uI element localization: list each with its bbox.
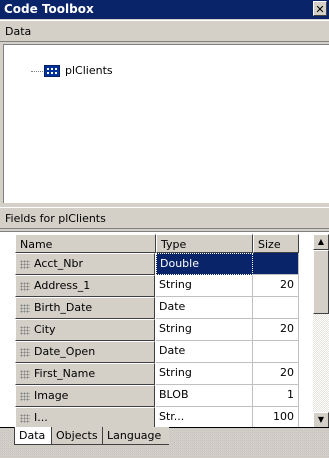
data-tree[interactable]: plClients [3, 44, 329, 203]
vertical-scrollbar[interactable]: ▲ ▼ [313, 234, 329, 427]
field-name-cell[interactable]: First_Name [15, 363, 155, 385]
table-row[interactable]: City String 20 [0, 319, 313, 341]
data-section-label: Data [0, 20, 329, 42]
field-type-cell[interactable]: Date [156, 297, 253, 319]
field-size-cell[interactable]: 100 [253, 407, 299, 427]
field-name-cell[interactable]: Birth_Date [15, 297, 155, 319]
drag-grip-icon [20, 325, 30, 335]
field-type-cell[interactable]: Str... [156, 407, 253, 427]
field-name-cell[interactable]: Image [15, 385, 155, 407]
title-bar: Code Toolbox ✕ [0, 0, 329, 19]
tab-strip: Data Objects Language [0, 427, 329, 458]
column-header-type[interactable]: Type [156, 234, 253, 253]
table-row[interactable]: I... Str... 100 [0, 407, 313, 427]
field-name: I... [34, 411, 48, 424]
field-name: First_Name [34, 367, 96, 380]
field-size-cell[interactable] [253, 253, 299, 275]
field-size-cell[interactable] [253, 341, 299, 363]
drag-grip-icon [20, 391, 30, 401]
field-name: Date_Open [34, 345, 96, 358]
field-type-cell[interactable]: BLOB [156, 385, 253, 407]
close-icon[interactable]: ✕ [313, 1, 327, 16]
field-type-cell[interactable]: String [156, 363, 253, 385]
column-header-name[interactable]: Name [15, 234, 156, 253]
field-name-cell[interactable]: Acct_Nbr [15, 253, 155, 275]
fields-grid[interactable]: Name Type Size Acct_Nbr Double Address_1 St… [0, 231, 329, 427]
scroll-down-icon[interactable]: ▼ [313, 412, 329, 427]
table-row[interactable]: Date_Open Date [0, 341, 313, 363]
field-type-cell[interactable]: String [156, 319, 253, 341]
field-size-cell[interactable]: 20 [253, 363, 299, 385]
field-name-cell[interactable]: I... [15, 407, 155, 427]
field-size-cell[interactable]: 20 [253, 275, 299, 297]
table-row[interactable]: Address_1 String 20 [0, 275, 313, 297]
table-icon [44, 65, 60, 77]
drag-grip-icon [20, 259, 30, 269]
drag-grip-icon [20, 369, 30, 379]
drag-grip-icon [20, 303, 30, 313]
table-row[interactable]: Acct_Nbr Double [0, 253, 313, 275]
window-title: Code Toolbox [4, 2, 94, 16]
fields-section-label: Fields for plClients [0, 207, 329, 229]
field-name: Image [34, 389, 69, 402]
field-size-cell[interactable] [253, 297, 299, 319]
drag-grip-icon [20, 281, 30, 291]
drag-grip-icon [20, 347, 30, 357]
field-name: Birth_Date [34, 301, 93, 314]
tab-language[interactable]: Language [102, 427, 169, 445]
tree-connector [31, 71, 43, 72]
field-type-cell[interactable]: Double [156, 253, 253, 275]
field-type-cell[interactable]: Date [156, 341, 253, 363]
tree-item-plclients[interactable]: plClients [65, 64, 113, 77]
tab-objects[interactable]: Objects [51, 427, 102, 445]
field-name-cell[interactable]: Date_Open [15, 341, 155, 363]
field-size-cell[interactable]: 1 [253, 385, 299, 407]
table-row[interactable]: Birth_Date Date [0, 297, 313, 319]
table-row[interactable]: First_Name String 20 [0, 363, 313, 385]
scroll-up-icon[interactable]: ▲ [313, 234, 329, 250]
field-name: Acct_Nbr [34, 257, 83, 270]
field-name-cell[interactable]: City [15, 319, 155, 341]
tab-data[interactable]: Data [14, 427, 51, 445]
field-type-cell[interactable]: String [156, 275, 253, 297]
table-row[interactable]: Image BLOB 1 [0, 385, 313, 407]
field-name: Address_1 [34, 279, 91, 292]
column-header-size[interactable]: Size [253, 234, 299, 253]
scroll-thumb[interactable] [313, 250, 329, 314]
field-size-cell[interactable]: 20 [253, 319, 299, 341]
field-name-cell[interactable]: Address_1 [15, 275, 155, 297]
field-name: City [34, 323, 56, 336]
drag-grip-icon [20, 413, 30, 423]
